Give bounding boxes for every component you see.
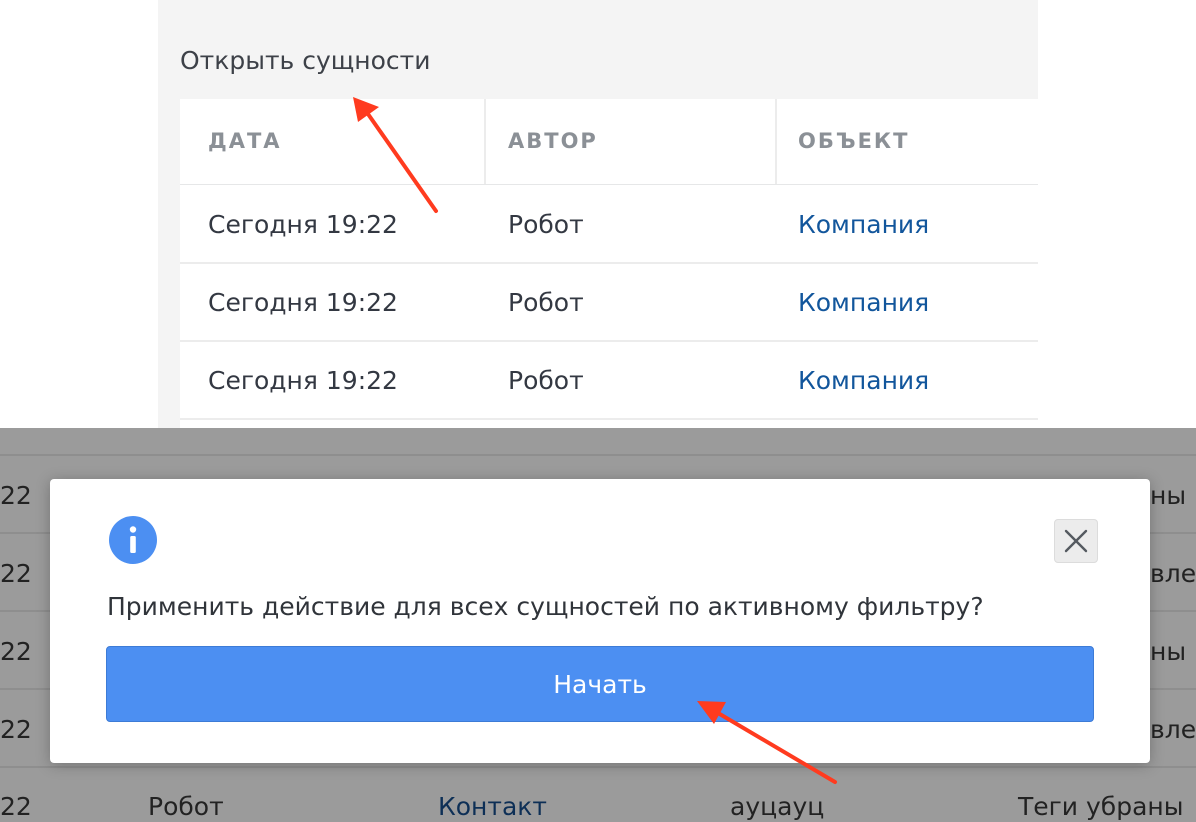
row-object-link[interactable]: Компания: [798, 185, 929, 262]
confirm-dialog: Применить действие для всех сущностей по…: [50, 479, 1150, 763]
column-divider: [775, 99, 777, 184]
row-object-link[interactable]: Компания: [798, 341, 929, 418]
row-object-link[interactable]: Компания: [798, 263, 929, 340]
bg-row-event: ны: [1150, 637, 1187, 666]
row-date: Сегодня 19:22: [208, 288, 398, 317]
row-author: Робот: [508, 210, 584, 239]
table-row[interactable]: Сегодня 19:22 Робот Компания: [180, 263, 1038, 342]
row-author: Робот: [508, 288, 584, 317]
table-row[interactable]: Сегодня 19:22 Робот Компания: [180, 341, 1038, 420]
close-icon: [1064, 529, 1088, 553]
table-row[interactable]: Сегодня 19:22 Робот Компания: [180, 185, 1038, 264]
bg-row-event: ны: [1150, 481, 1187, 510]
bg-row-date: 22: [0, 559, 32, 588]
bg-row-date: 22: [0, 637, 32, 666]
entities-table: ДАТА АВТОР ОБЪЕКТ Сегодня 19:22 Робот Ко…: [180, 99, 1038, 428]
row-divider: [0, 766, 1196, 768]
bg-row-title: ауцауц: [730, 792, 825, 821]
close-button[interactable]: [1054, 519, 1098, 563]
bg-row-object-link: Контакт: [438, 792, 547, 821]
panel-title: Открыть сущности: [180, 46, 431, 75]
column-divider: [484, 99, 486, 184]
entities-panel: Открыть сущности ДАТА АВТОР ОБЪЕКТ Сегод…: [158, 0, 1038, 428]
bg-row-event: влек: [1150, 715, 1196, 744]
start-button[interactable]: Начать: [106, 646, 1094, 722]
bg-row-date: 22: [0, 481, 32, 510]
bg-row-date: 22: [0, 792, 32, 821]
info-icon: [109, 516, 157, 564]
bg-row-event: влек: [1150, 559, 1196, 588]
row-date: Сегодня 19:22: [208, 366, 398, 395]
row-author: Робот: [508, 366, 584, 395]
column-header-date[interactable]: ДАТА: [208, 99, 282, 184]
dialog-question: Применить действие для всех сущностей по…: [107, 592, 984, 621]
column-header-object[interactable]: ОБЪЕКТ: [798, 99, 909, 184]
table-header: ДАТА АВТОР ОБЪЕКТ: [180, 99, 1038, 185]
row-divider: [0, 454, 1196, 456]
column-header-author[interactable]: АВТОР: [508, 99, 598, 184]
row-date: Сегодня 19:22: [208, 210, 398, 239]
bg-row-date: 22: [0, 715, 32, 744]
bg-row-event: Теги убраны: [1018, 792, 1184, 821]
bg-row-author: Робот: [148, 792, 224, 821]
